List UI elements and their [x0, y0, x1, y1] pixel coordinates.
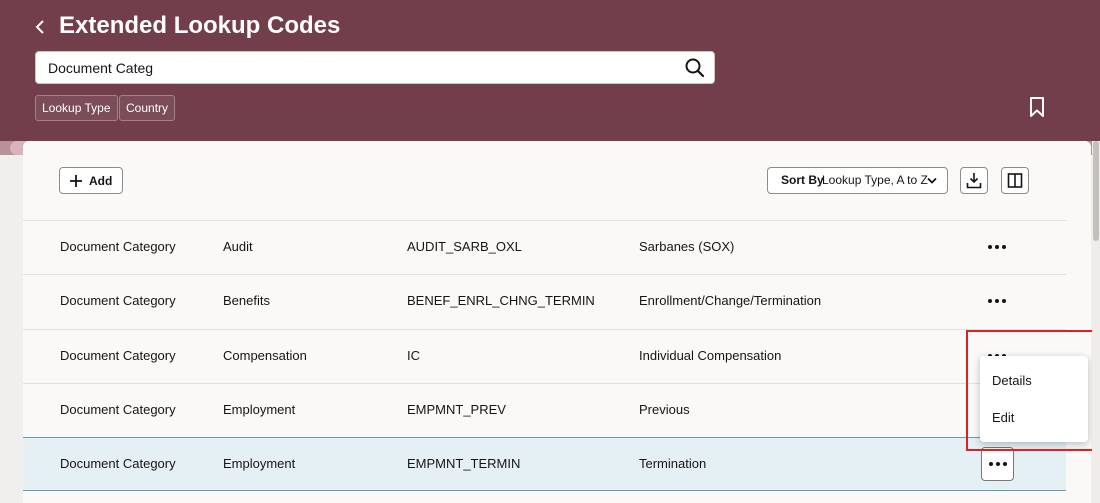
table-row[interactable]: Document Category Employment EMPMNT_PREV… [23, 383, 1066, 437]
cell-meaning: Previous [639, 402, 690, 417]
columns-icon [1007, 173, 1023, 188]
bookmark-icon[interactable] [1028, 97, 1046, 117]
cell-category: Document Category [60, 239, 176, 254]
filter-chip-lookup-type[interactable]: Lookup Type [35, 95, 118, 121]
table-row[interactable]: Document Category Benefits BENEF_ENRL_CH… [23, 274, 1066, 328]
cell-code: IC [407, 348, 420, 363]
cell-type: Employment [223, 456, 296, 471]
page-title: Extended Lookup Codes [59, 12, 341, 39]
cell-type: Audit [223, 239, 253, 254]
cell-category: Document Category [60, 348, 176, 363]
table-row-selected[interactable]: Document Category Employment EMPMNT_TERM… [23, 437, 1066, 491]
add-button-label: Add [89, 174, 113, 188]
columns-button[interactable] [1001, 167, 1029, 194]
export-button[interactable] [960, 167, 988, 194]
menu-item-edit[interactable]: Edit [980, 400, 1088, 436]
download-icon [966, 173, 982, 189]
page-header: Extended Lookup Codes Lookup Type Countr… [0, 0, 1100, 141]
cell-type: Compensation [223, 348, 307, 363]
cell-category: Document Category [60, 456, 176, 471]
cell-meaning: Enrollment/Change/Termination [639, 293, 822, 308]
cell-type: Benefits [223, 293, 270, 308]
sort-dropdown[interactable]: Sort By Lookup Type, A to Z [767, 167, 948, 194]
cell-code: AUDIT_SARB_OXL [407, 239, 522, 254]
cell-type: Employment [223, 402, 296, 417]
plus-icon [70, 175, 82, 187]
menu-item-details[interactable]: Details [980, 363, 1088, 399]
filter-chip-country[interactable]: Country [119, 95, 176, 121]
sort-prefix: Sort By [781, 173, 824, 187]
row-actions-button[interactable] [981, 447, 1014, 481]
row-actions-menu: Details Edit [980, 356, 1088, 442]
chevron-down-icon [927, 177, 937, 184]
add-button[interactable]: Add [59, 167, 123, 194]
more-horizontal-icon[interactable] [985, 239, 1009, 255]
cell-meaning: Sarbanes (SOX) [639, 239, 735, 254]
cell-meaning: Termination [639, 456, 707, 471]
more-horizontal-icon [989, 462, 1007, 466]
more-horizontal-icon[interactable] [985, 293, 1009, 309]
cell-code: EMPMNT_TERMIN [407, 456, 521, 471]
vertical-scrollbar[interactable] [1092, 141, 1100, 503]
cell-code: BENEF_ENRL_CHNG_TERMIN [407, 293, 595, 308]
table-row[interactable]: Document Category Compensation IC Indivi… [23, 329, 1066, 383]
back-chevron-icon[interactable] [30, 14, 50, 40]
scrollbar-thumb[interactable] [1093, 141, 1099, 241]
search-input[interactable] [48, 52, 668, 83]
cell-code: EMPMNT_PREV [407, 402, 506, 417]
cell-meaning: Individual Compensation [639, 348, 782, 363]
table-row[interactable]: Document Category Audit AUDIT_SARB_OXL S… [23, 220, 1066, 274]
cell-category: Document Category [60, 293, 176, 308]
search-box[interactable] [35, 51, 715, 84]
sort-value: Lookup Type, A to Z [822, 173, 928, 187]
cell-category: Document Category [60, 402, 176, 417]
search-icon[interactable] [684, 57, 706, 79]
